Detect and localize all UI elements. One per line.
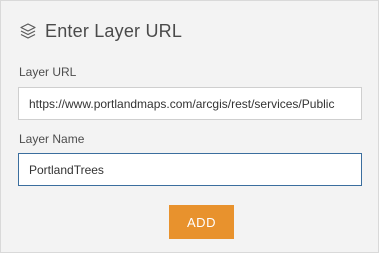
layer-url-label: Layer URL: [19, 65, 77, 79]
panel-header: Enter Layer URL: [19, 17, 182, 45]
layer-name-label: Layer Name: [19, 132, 85, 146]
enter-layer-url-panel: Enter Layer URL Layer URL Layer Name ADD: [0, 0, 379, 253]
layer-url-input[interactable]: [18, 87, 362, 120]
layer-name-input[interactable]: [18, 153, 362, 186]
panel-title: Enter Layer URL: [45, 20, 183, 41]
add-button[interactable]: ADD: [169, 205, 234, 239]
layers-icon: [19, 22, 37, 40]
